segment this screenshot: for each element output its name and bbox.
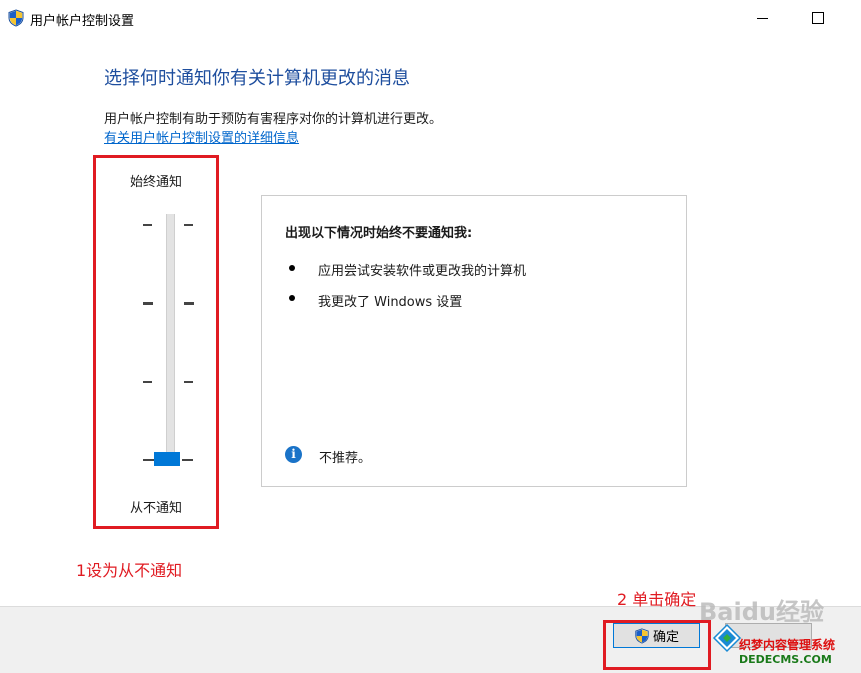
watermark-dedecms-cn: 织梦内容管理系统 [739, 638, 836, 652]
info-bullet-2: 我更改了 Windows 设置 [318, 295, 463, 310]
minimize-icon [756, 17, 768, 19]
slider-thumb[interactable] [154, 452, 180, 466]
page-heading: 选择何时通知你有关计算机更改的消息 [104, 68, 410, 89]
maximize-button[interactable] [795, 0, 841, 36]
minimize-button[interactable] [739, 0, 785, 36]
title-bar: 用户帐户控制设置 [0, 0, 861, 36]
info-panel: 出现以下情况时始终不要通知我: 应用尝试安装软件或更改我的计算机 我更改了 Wi… [261, 195, 687, 487]
slider-tick-left-3 [143, 381, 152, 383]
window-title: 用户帐户控制设置 [30, 14, 135, 29]
maximize-icon [812, 12, 824, 24]
slider-tick-left-4 [143, 459, 154, 461]
slider-track[interactable] [166, 214, 175, 464]
uac-details-link[interactable]: 有关用户帐户控制设置的详细信息 [104, 127, 299, 146]
uac-shield-icon [8, 9, 24, 27]
uac-shield-icon [635, 627, 649, 644]
ok-button-label: 确定 [652, 629, 679, 644]
annotation-step-2: 2 单击确定 [617, 590, 697, 609]
recommendation-text: 不推荐。 [319, 451, 372, 466]
bullet-dot [289, 265, 295, 271]
info-panel-title: 出现以下情况时始终不要通知我: [285, 226, 473, 241]
dedecms-logo-icon [712, 623, 742, 653]
slider-top-label: 始终通知 [129, 175, 182, 190]
slider-tick-right-4 [182, 459, 193, 461]
annotation-step-1: 1设为从不通知 [76, 561, 183, 580]
description-text: 用户帐户控制有助于预防有害程序对你的计算机进行更改。 [104, 112, 443, 127]
bullet-dot [289, 295, 295, 301]
notification-slider-group: 始终通知 从不通知 [93, 155, 219, 529]
slider-tick-right-3 [184, 381, 193, 383]
slider-bottom-label: 从不通知 [129, 501, 182, 516]
slider-tick-right-2 [184, 302, 194, 305]
slider-tick-left-1 [143, 224, 152, 226]
slider-tick-left-2 [143, 302, 153, 305]
info-bullet-1: 应用尝试安装软件或更改我的计算机 [318, 264, 527, 279]
ok-button[interactable]: 确定 [613, 623, 700, 648]
watermark-dedecms-en: DEDECMS.COM [739, 653, 832, 666]
slider-tick-right-1 [184, 224, 193, 226]
info-icon: i [285, 446, 302, 463]
watermark-baidu: Baidu经验 [699, 598, 824, 626]
